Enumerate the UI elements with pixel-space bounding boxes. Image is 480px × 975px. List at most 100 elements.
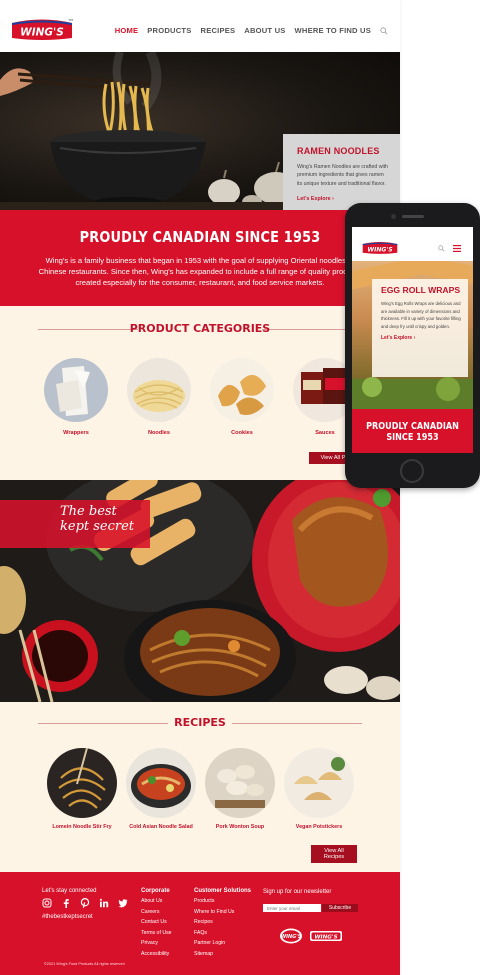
phone-home-button[interactable] [400,459,424,483]
footer-link-sitemap[interactable]: Sitemap [194,951,213,957]
potstickers-image [284,748,354,818]
mobile-search-icon[interactable] [438,245,445,252]
recipes-heading: RECIPES [174,716,226,729]
categories-heading: PRODUCT CATEGORIES [129,322,271,335]
footer-link-products[interactable]: Products [194,898,214,904]
noodle-salad-image [126,748,196,818]
mobile-navbar: WING'S [352,227,473,261]
wings-footer-logo: WING'S [310,931,342,941]
recipe-label: Lomein Noodle Stir Fry [52,824,112,830]
svg-text:WING'S: WING'S [20,27,64,39]
recipe-card-vegan-potstickers[interactable]: Vegan Potstickers [283,748,355,830]
wonton-soup-image [205,748,275,818]
footer-link-faqs[interactable]: FAQs [194,930,207,936]
svg-text:WING'S: WING'S [314,935,337,941]
nav-about-us[interactable]: ABOUT US [244,26,285,35]
category-wrappers[interactable]: Wrappers [43,358,109,436]
phone-speaker [402,215,424,218]
cookies-image [210,358,274,422]
category-label: Cookies [231,430,253,436]
facebook-icon[interactable] [61,898,71,908]
mobile-card-title: EGG ROLL WRAPS [381,285,461,295]
hero-explore-link[interactable]: Let's Explore › [297,196,390,202]
footer-link-careers[interactable]: Careers [141,909,159,915]
tagline-text: The best kept secret [60,504,135,534]
svg-text:TM: TM [68,18,74,22]
hamburger-menu-icon[interactable] [453,245,461,252]
nav-links: HOME PRODUCTS RECIPES ABOUT US WHERE TO … [115,26,388,35]
mobile-product-card: EGG ROLL WRAPS Wing's Egg Rolls Wraps ar… [372,279,468,377]
recipe-label: Cold Asian Noodle Salad [129,824,193,830]
category-label: Noodles [147,430,171,436]
view-all-recipes-button[interactable]: View All Recipes [311,845,357,863]
phone-camera [391,214,396,219]
footer-link-about-us[interactable]: About Us [141,898,162,904]
footer-link-partner-login[interactable]: Partner Login [194,940,225,946]
customer-solutions-heading: Customer Solutions [194,888,252,894]
footer-link-recipes[interactable]: Recipes [194,919,213,925]
svg-text:WING'S: WING'S [367,246,393,253]
wings-logo[interactable]: WING'S TM [10,16,74,42]
wings-seal-logo: WING'S [280,928,302,944]
svg-text:WING'S: WING'S [281,934,302,940]
noodles-image [127,358,191,422]
mobile-banner-line2: SINCE 1953 [386,432,439,443]
nav-home[interactable]: HOME [115,26,139,35]
recipes-section: RECIPES Lomein Noodle Stir Fry Cold Asia… [0,702,400,872]
recipe-card-cold-noodle-salad[interactable]: Cold Asian Noodle Salad [125,748,197,830]
mobile-explore-link[interactable]: Let's Explore › [381,335,462,341]
connect-label: Let's stay connected [42,888,97,894]
proudly-canadian-section: PROUDLY CANADIAN SINCE 1953 Wing's is a … [0,210,400,306]
nav-where-to-find-us[interactable]: WHERE TO FIND US [295,26,371,35]
chevron-right-icon: › [413,335,416,342]
category-noodles[interactable]: Noodles [126,358,192,436]
recipe-card-wonton-soup[interactable]: Pork Wonton Soup [204,748,276,830]
mobile-hero: EGG ROLL WRAPS Wing's Egg Rolls Wraps ar… [352,261,473,409]
mobile-canadian-banner: PROUDLY CANADIAN SINCE 1953 [352,409,473,453]
canadian-heading: PROUDLY CANADIAN SINCE 1953 [79,228,321,246]
search-icon[interactable] [380,26,388,35]
canadian-description: Wing's is a family business that began i… [38,256,362,287]
linkedin-icon[interactable] [99,898,109,908]
top-navbar: WING'S TM HOME PRODUCTS RECIPES ABOUT US… [0,0,400,52]
newsletter-email-input[interactable] [263,904,321,912]
twitter-icon[interactable] [118,898,128,908]
nav-products[interactable]: PRODUCTS [147,26,191,35]
footer-link-where-to-find-us[interactable]: Where to Find Us [194,909,234,915]
category-label: Wrappers [63,430,89,436]
product-categories-section: PRODUCT CATEGORIES Wrappers Noodles Cook… [0,306,400,480]
site-footer: Let's stay connected #thebestkeptsecret … [0,872,400,975]
footer-link-accessibility[interactable]: Accessibility [141,951,169,957]
phone-screen: WING'S EGG ROLL WRAPS Wing's Egg Rolls W… [352,227,473,453]
recipes-heading-row: RECIPES [38,716,362,730]
footer-link-privacy[interactable]: Privacy [141,940,158,946]
instagram-icon[interactable] [42,898,52,908]
chevron-right-icon: › [332,196,334,203]
lomein-image [47,748,117,818]
mobile-banner-line1: PROUDLY CANADIAN [366,421,459,432]
newsletter-label: Sign up for our newsletter [263,889,332,895]
social-icons [42,898,128,908]
recipe-card-lomein[interactable]: Lomein Noodle Stir Fry [46,748,118,830]
food-feature-section: The best kept secret [0,480,400,702]
recipe-label: Pork Wonton Soup [215,824,265,830]
corporate-heading: Corporate [141,888,170,894]
copyright-text: ©2021 Wing's Food Products All rights re… [44,962,125,966]
mobile-card-description: Wing's Egg Rolls Wraps are delicious and… [381,301,461,329]
pinterest-icon[interactable] [80,898,90,908]
hero-product-card: RAMEN NOODLES Wing's Ramen Noodles are c… [283,134,400,210]
subscribe-button[interactable]: Subscribe [322,904,358,912]
recipe-label: Vegan Potstickers [295,824,343,830]
mobile-phone-mockup: WING'S EGG ROLL WRAPS Wing's Egg Rolls W… [345,203,480,488]
desktop-site-mockup: WING'S TM HOME PRODUCTS RECIPES ABOUT US… [0,0,400,975]
mobile-wings-logo[interactable]: WING'S [361,240,399,255]
hero-card-description: Wing's Ramen Noodles are crafted with pr… [297,164,388,187]
nav-recipes[interactable]: RECIPES [201,26,236,35]
footer-link-contact-us[interactable]: Contact Us [141,919,167,925]
footer-link-terms[interactable]: Terms of Use [141,930,172,936]
categories-heading-row: PRODUCT CATEGORIES [38,322,362,336]
hero-card-title: RAMEN NOODLES [297,146,380,156]
category-cookies[interactable]: Cookies [209,358,275,436]
hashtag-text: #thebestkeptsecret [42,914,93,920]
wrappers-image [44,358,108,422]
